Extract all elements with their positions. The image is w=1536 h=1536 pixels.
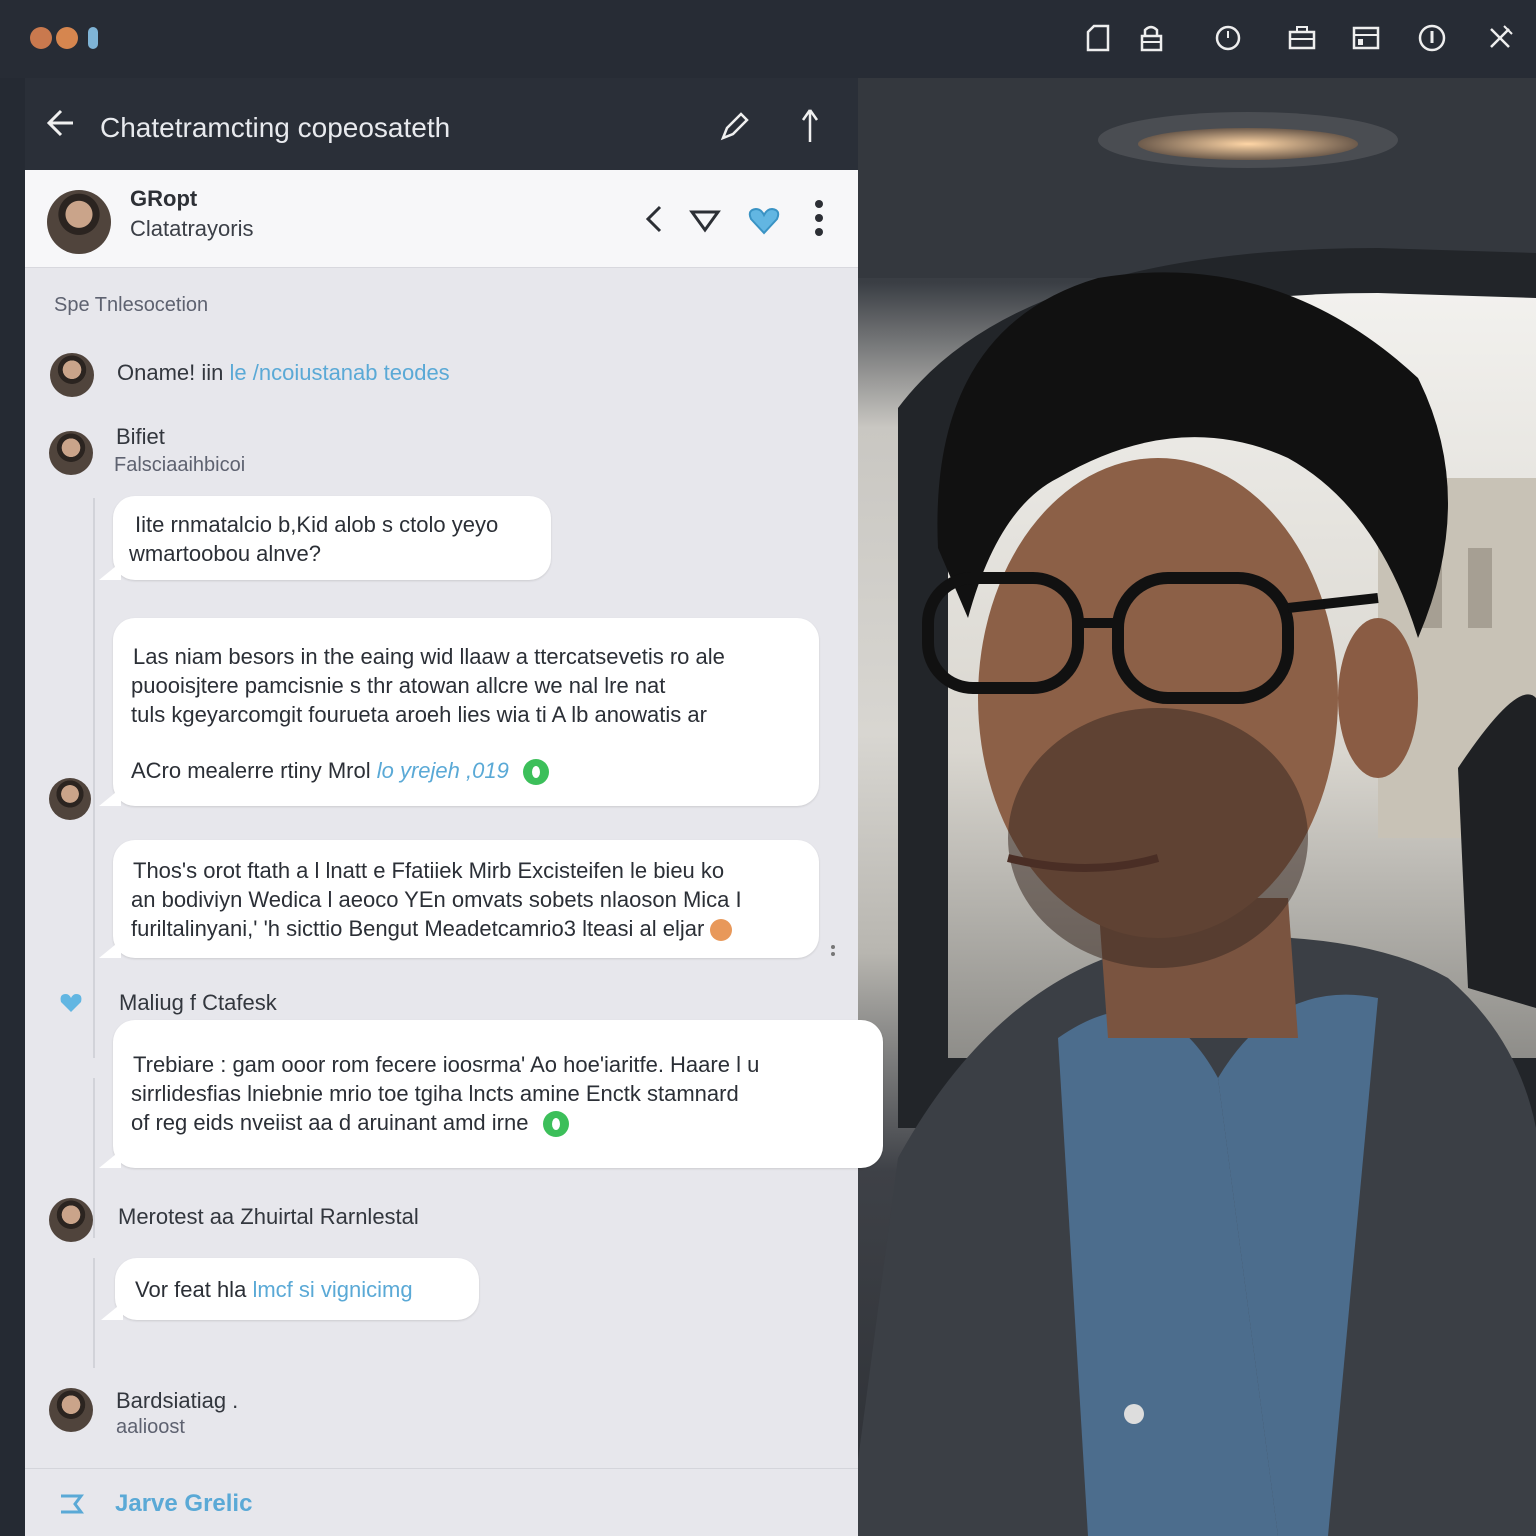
message-text: of reg eids nveiist aa d aruinant amd ir…: [131, 1110, 529, 1135]
lock-icon[interactable]: [1135, 22, 1167, 54]
emoji-icon: [710, 919, 733, 942]
message-line: Iite rnmatalcio b,Kid alob s ctolo yeyo: [135, 512, 499, 537]
message-text: ACro mealerre rtiny Mrol: [131, 758, 371, 783]
message-bubble[interactable]: Las niam besors in the eaing wid llaaw a…: [99, 618, 819, 806]
feed-item-2-name: Bifiet: [116, 424, 165, 449]
message-bubble[interactable]: Vor feat hla lmcf si vignicimg: [101, 1258, 479, 1320]
window-dot-2[interactable]: [56, 27, 78, 49]
message-line: puooisjtere pamcisnie s thr atowan allcr…: [131, 673, 666, 698]
message-line: an bodiviyn Wedica l aeoco YEn omvats so…: [131, 887, 742, 912]
avatar[interactable]: [49, 1198, 93, 1242]
triangle-down-icon[interactable]: [689, 208, 721, 234]
info-icon[interactable]: [1416, 22, 1448, 54]
message-line: Trebiare : gam ooor rom fecere ioosrma' …: [133, 1052, 760, 1077]
message-text: furiltalinyani,' 'h sicttio Bengut Meade…: [131, 916, 705, 941]
feed-item-2-sub: Falsciaaihbicoi: [114, 454, 246, 476]
feed-item-1-prefix: Oname! iin: [117, 360, 224, 385]
chat-title: Chatetramcting copeosateth: [100, 112, 451, 143]
feed-item-5-sub: aalioost: [116, 1416, 185, 1438]
message-text: Vor feat hla: [135, 1277, 247, 1302]
chat-panel: Chatetramcting copeosateth GRopt Clatatr…: [25, 78, 883, 1536]
back-arrow-icon[interactable]: [43, 106, 77, 140]
avatar[interactable]: [50, 353, 94, 397]
thread-line: [93, 498, 95, 1058]
feed-item-1-link[interactable]: le /ncoiustanab teodes: [230, 360, 450, 385]
section-label: Spe Tnlesocetion: [54, 294, 209, 316]
message-bubble[interactable]: Trebiare : gam ooor rom fecere ioosrma' …: [99, 1020, 883, 1168]
background-photo: [858, 78, 1536, 1536]
chat-header: Chatetramcting copeosateth: [25, 78, 858, 170]
window-dot-3[interactable]: [88, 27, 98, 49]
message-link[interactable]: lmcf si vignicimg: [252, 1277, 412, 1302]
footer-label[interactable]: Jarve Grelic: [115, 1490, 252, 1518]
message-bubble[interactable]: Iite rnmatalcio b,Kid alob s ctolo yeyo …: [99, 496, 551, 580]
window-titlebar: [0, 0, 1536, 78]
thread-line: [93, 1258, 95, 1368]
leaf-badge-icon: [542, 1111, 569, 1138]
home-icon[interactable]: [1082, 22, 1114, 54]
avatar[interactable]: [49, 1388, 93, 1432]
contact-name: GRopt: [130, 186, 198, 211]
contact-status: Clatatrayoris: [130, 216, 254, 241]
pen-icon[interactable]: [719, 110, 751, 142]
message-line: of reg eids nveiist aa d aruinant amd ir…: [131, 1108, 569, 1138]
briefcase-icon[interactable]: [1286, 22, 1318, 54]
close-icon[interactable]: [1484, 22, 1516, 54]
window-dot-1[interactable]: [30, 27, 52, 49]
message-line: Thos's orot ftath a l lnatt e Ffatiiek M…: [133, 858, 725, 883]
avatar[interactable]: [49, 778, 91, 820]
message-link[interactable]: lo yrejeh ,019: [377, 758, 509, 783]
footer-icon[interactable]: [57, 1492, 87, 1516]
thread-line: [93, 1078, 95, 1238]
chevron-left-icon[interactable]: [642, 204, 668, 234]
message-line: tuls kgeyarcomgit fourueta aroeh lies wi…: [131, 702, 707, 727]
message-line: Vor feat hla lmcf si vignicimg: [135, 1275, 413, 1304]
message-line: sirrlidesfias lniebnie mrio toe tgiha ln…: [131, 1081, 739, 1106]
avatar[interactable]: [47, 190, 111, 254]
message-line: furiltalinyani,' 'h sicttio Bengut Meade…: [131, 914, 733, 943]
message-line: ACro mealerre rtiny Mrol lo yrejeh ,019: [131, 756, 549, 786]
feed-item-4-name: Merotest aa Zhuirtal Rarnlestal: [118, 1204, 419, 1229]
more-vertical-icon[interactable]: [811, 198, 827, 240]
share-icon[interactable]: [795, 106, 825, 146]
message-bubble[interactable]: Thos's orot ftath a l lnatt e Ffatiiek M…: [99, 840, 819, 958]
heart-icon[interactable]: [747, 206, 781, 236]
footer-divider: [25, 1468, 858, 1469]
more-dots-icon[interactable]: [830, 944, 836, 958]
message-line: wmartoobou alnve?: [129, 541, 322, 566]
leaf-badge-icon: [522, 759, 549, 786]
avatar[interactable]: [49, 431, 93, 475]
contact-bar: GRopt Clatatrayoris: [25, 170, 858, 268]
feed-item-5-name: Bardsiatiag .: [116, 1388, 239, 1413]
heart-icon[interactable]: [59, 992, 83, 1014]
card-icon[interactable]: [1350, 22, 1382, 54]
clock-icon[interactable]: [1212, 22, 1244, 54]
feed-item-1: Oname! iin le /ncoiustanab teodes: [117, 360, 450, 386]
message-line: Las niam besors in the eaing wid llaaw a…: [133, 644, 725, 669]
feed-item-3-name: Maliug f Ctafesk: [119, 990, 277, 1015]
